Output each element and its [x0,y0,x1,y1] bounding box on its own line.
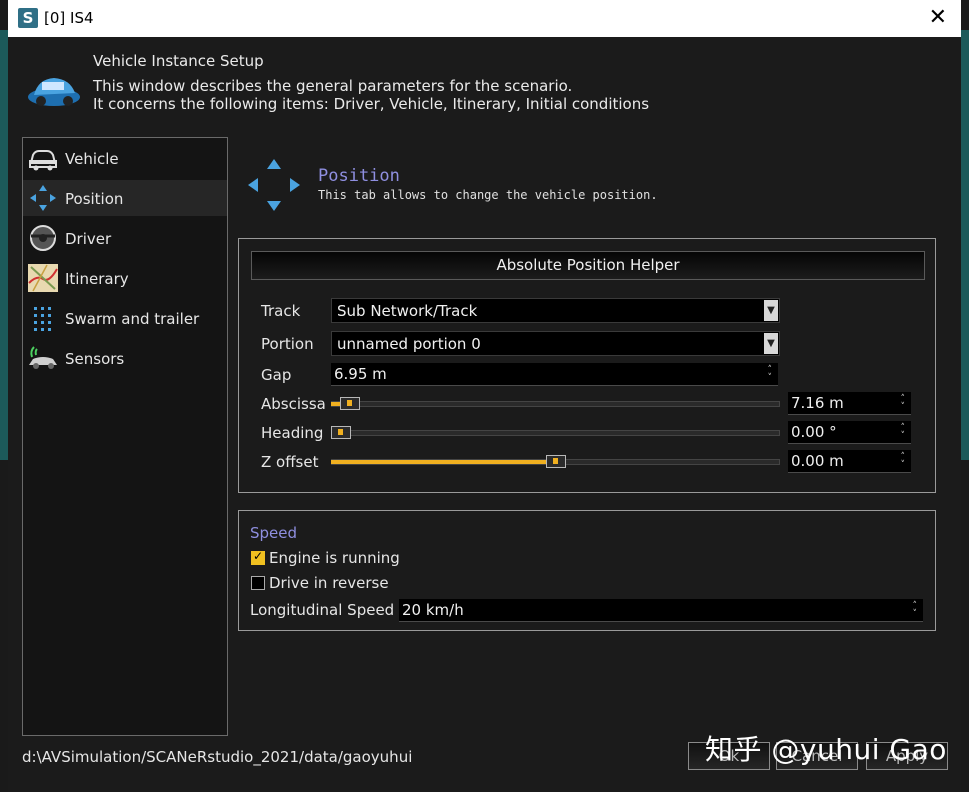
sidebar-item-itinerary[interactable]: Itinerary [23,260,227,296]
header-description-2: It concerns the following items: Driver,… [93,95,650,113]
heading-value: 0.00 ° [791,423,837,441]
portion-value: unnamed portion 0 [337,335,481,353]
swarm-dots-icon [34,307,51,331]
title-bar: S [0] IS4 ✕ [8,0,961,37]
desktop-background-left [0,30,8,460]
sidebar-item-label: Swarm and trailer [65,310,200,328]
heading-spinbox[interactable]: 0.00 ° ˄ ˅ [788,421,911,444]
track-select[interactable]: Sub Network/Track ▼ [331,298,780,323]
header-description-1: This window describes the general parame… [93,77,573,95]
sidebar-item-label: Driver [65,230,112,248]
spin-arrows-icon[interactable]: ˄ ˅ [913,602,918,619]
sidebar-item-label: Itinerary [65,270,129,288]
heading-label: Heading [261,424,324,442]
sidebar-item-label: Position [65,190,124,208]
portion-select[interactable]: unnamed portion 0 ▼ [331,331,780,356]
z-offset-slider[interactable] [331,451,780,471]
desktop-background-right [961,30,969,460]
vehicle-icon [29,150,57,171]
absolute-position-helper-button[interactable]: Absolute Position Helper [251,251,925,280]
sidebar: Vehicle Position Driver Itinerary Swarm … [22,137,228,736]
car-icon [28,78,80,106]
steering-wheel-icon [30,225,56,251]
portion-label: Portion [261,335,314,353]
slider-handle[interactable] [339,397,360,410]
z-offset-spinbox[interactable]: 0.00 m ˄ ˅ [788,450,911,473]
engine-running-label: Engine is running [269,549,400,567]
slider-handle[interactable] [331,426,351,439]
window-title: [0] IS4 [44,9,94,27]
sidebar-item-label: Sensors [65,350,125,368]
chevron-down-icon[interactable]: ▼ [764,300,778,321]
engine-running-checkbox[interactable] [251,549,265,565]
sidebar-item-label: Vehicle [65,150,119,168]
sidebar-item-driver[interactable]: Driver [23,220,227,256]
speed-section-title: Speed [250,524,298,542]
sidebar-item-vehicle[interactable]: Vehicle [23,140,227,176]
abscissa-spinbox[interactable]: 7.16 m ˄ ˅ [788,392,911,415]
longitudinal-speed-spinbox[interactable]: 20 km/h ˄ ˅ [399,599,923,622]
data-path: d:\AVSimulation/SCANeRstudio_2021/data/g… [22,748,413,766]
gap-label: Gap [261,366,292,384]
abscissa-value: 7.16 m [791,394,844,412]
close-icon[interactable]: ✕ [929,5,947,30]
sidebar-item-sensors[interactable]: Sensors [23,340,227,376]
abscissa-slider[interactable] [331,393,780,413]
spin-arrows-icon[interactable]: ˄ ˅ [901,424,906,441]
position-group: Absolute Position Helper Track Sub Netwo… [238,238,936,493]
position-arrows-icon [30,185,56,211]
z-offset-value: 0.00 m [791,452,844,470]
map-icon [28,264,58,292]
slider-fill [331,460,555,464]
page-title: Position [318,166,400,186]
page-description: This tab allows to change the vehicle po… [318,188,658,202]
slider-handle[interactable] [545,455,566,468]
track-value: Sub Network/Track [337,302,478,320]
watermark: 知乎 @yuhui Gao [705,733,947,766]
speed-group: Speed Engine is running Drive in reverse… [238,510,936,631]
drive-reverse-label: Drive in reverse [269,574,389,592]
slider-track [331,401,780,407]
spin-arrows-icon[interactable]: ˄ ˅ [768,366,773,383]
setup-header: Vehicle Instance Setup This window descr… [8,37,961,127]
track-label: Track [261,302,301,320]
longitudinal-speed-label: Longitudinal Speed [250,601,395,619]
slider-track [331,430,780,436]
heading-slider[interactable] [331,422,780,442]
spin-arrows-icon[interactable]: ˄ ˅ [901,453,906,470]
chevron-down-icon[interactable]: ▼ [764,333,778,354]
sidebar-item-swarm-trailer[interactable]: Swarm and trailer [23,300,227,336]
longitudinal-speed-value: 20 km/h [402,601,464,619]
drive-reverse-checkbox[interactable] [251,576,265,590]
header-title: Vehicle Instance Setup [93,52,264,70]
spin-arrows-icon[interactable]: ˄ ˅ [901,395,906,412]
position-panel: Position This tab allows to change the v… [238,137,938,657]
z-offset-label: Z offset [261,453,319,471]
position-arrows-icon [248,159,300,211]
gap-value: 6.95 m [334,365,387,383]
gap-spinbox[interactable]: 6.95 m ˄ ˅ [331,363,778,386]
sidebar-item-position[interactable]: Position [23,180,227,216]
is4-window: S [0] IS4 ✕ Vehicle Instance Setup This … [8,0,961,792]
abscissa-label: Abscissa [261,395,326,413]
app-icon: S [18,8,38,28]
sensor-car-icon [29,346,57,369]
